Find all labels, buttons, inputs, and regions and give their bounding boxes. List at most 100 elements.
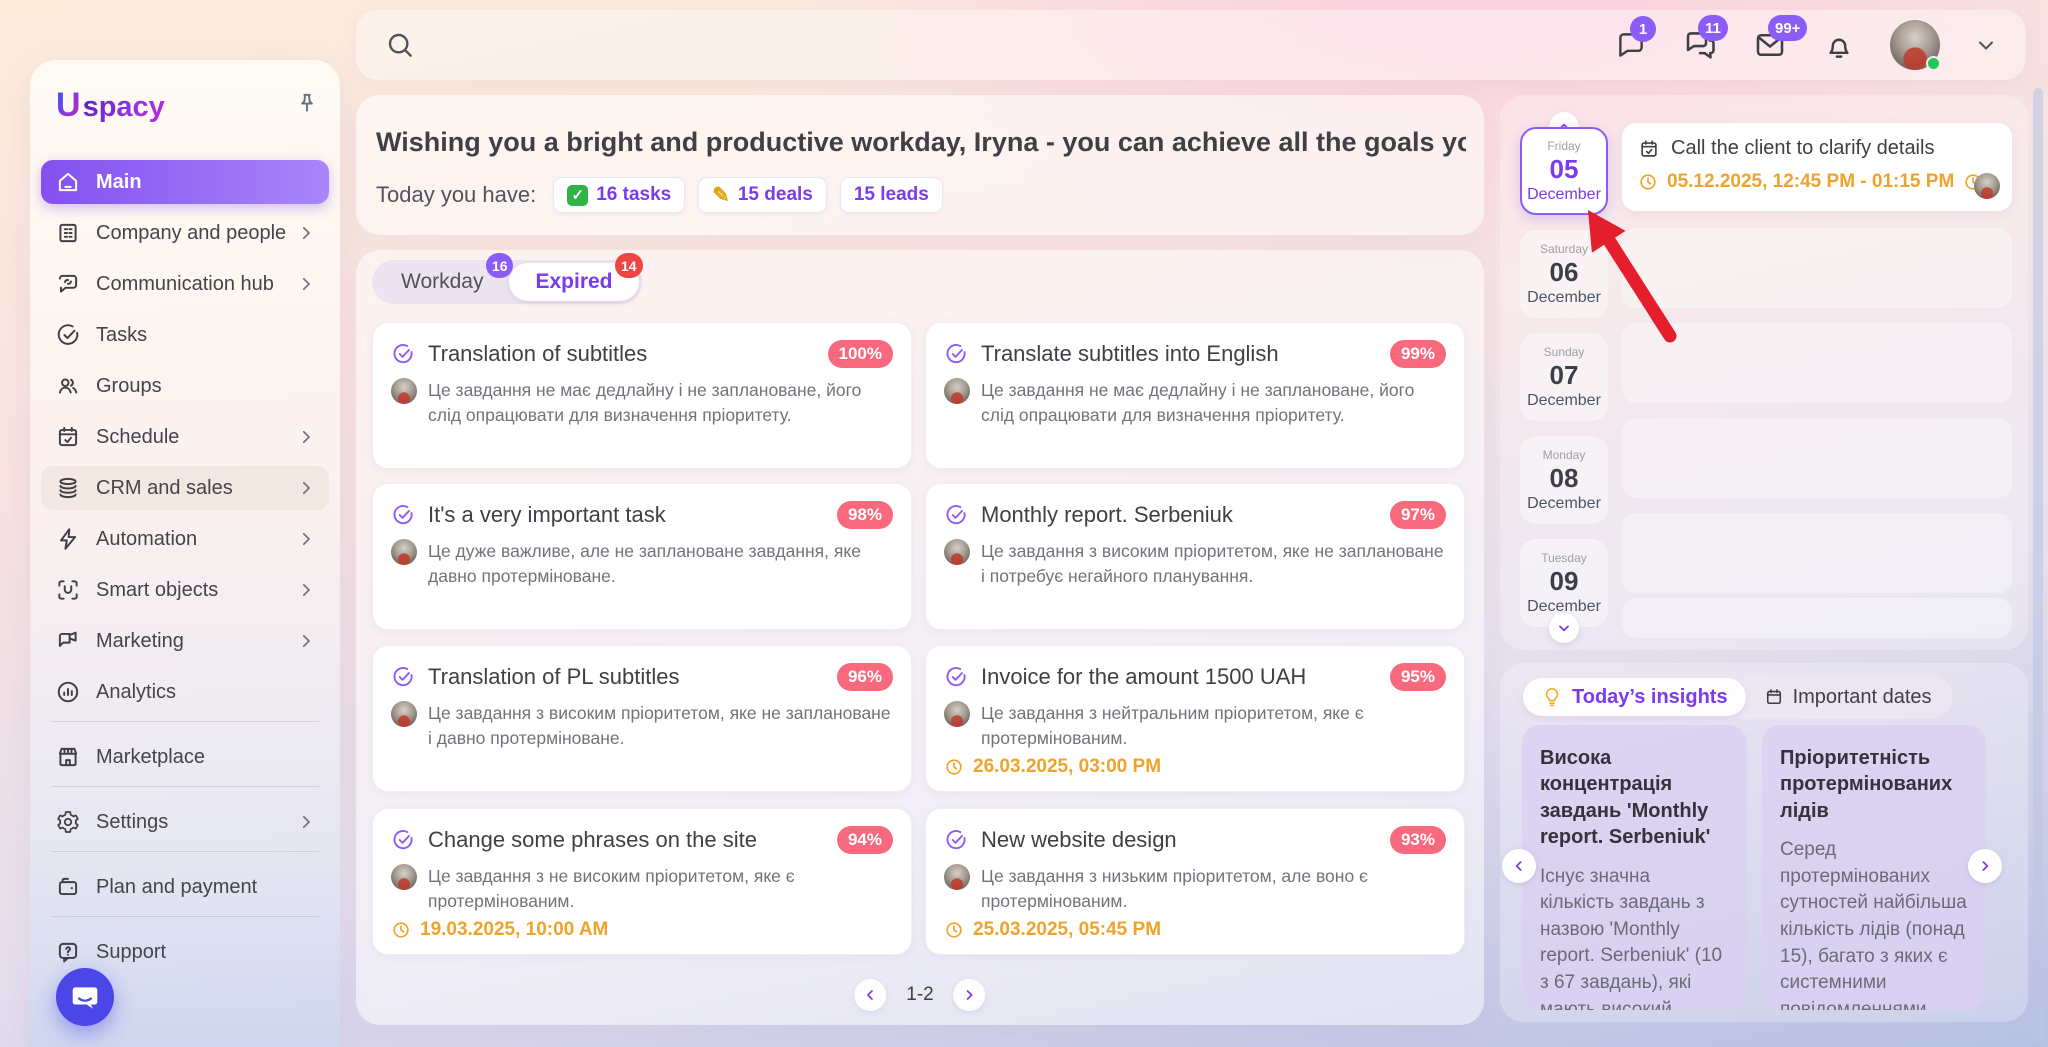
mail-badge: 99+ — [1768, 15, 1808, 41]
assignee-avatar — [391, 864, 417, 890]
task-card[interactable]: It's a very important task 98% Це дуже в… — [372, 483, 912, 630]
priority-badge: 93% — [1389, 826, 1446, 854]
app-root: Uspacy Main Company and people Communica… — [0, 0, 2048, 1047]
sidebar-item-automation[interactable]: Automation — [41, 517, 329, 561]
check-circle-icon — [55, 322, 81, 348]
home-icon — [55, 169, 81, 195]
page-range-label: 1-2 — [906, 984, 934, 1005]
pin-sidebar-icon[interactable] — [294, 90, 320, 116]
priority-badge: 97% — [1389, 501, 1446, 529]
task-check-icon — [391, 342, 415, 366]
chip-label: 15 leads — [853, 184, 929, 205]
task-card[interactable]: New website design 93% Це завдання з низ… — [925, 808, 1465, 955]
sidebar-item-crm-and-sales[interactable]: CRM and sales — [41, 466, 329, 510]
sidebar-item-label: Analytics — [96, 680, 177, 703]
sidebar-item-communication-hub[interactable]: Communication hub — [41, 262, 329, 306]
day-tile-sunday-07[interactable]: Sunday 07 December — [1520, 333, 1608, 421]
event-card[interactable]: Call the client to clarify details 05.12… — [1622, 123, 2012, 211]
today-label: Today you have: — [376, 182, 537, 207]
chevron-right-icon — [297, 530, 315, 548]
mail-icon[interactable]: 99+ — [1752, 15, 1808, 63]
insight-title: Пріоритетність протермінованих лідів — [1780, 747, 1953, 822]
tab-expired[interactable]: Expired 14 — [509, 253, 643, 301]
sidebar-item-smart-objects[interactable]: Smart objects — [41, 568, 329, 612]
insights-tabs: Today’s insights Important dates — [1520, 675, 1953, 719]
leads-count-chip[interactable]: 15 leads — [839, 177, 943, 213]
event-time: 05.12.2025, 12:45 PM - 01:15 PM — [1638, 171, 1996, 193]
priority-badge: 99% — [1389, 340, 1446, 368]
bell-icon[interactable] — [1822, 28, 1856, 62]
sidebar-item-tasks[interactable]: Tasks — [41, 313, 329, 357]
sidebar-item-label: Groups — [96, 374, 162, 397]
event-title: Call the client to clarify details — [1671, 137, 1935, 159]
sidebar: Uspacy Main Company and people Communica… — [30, 60, 340, 1047]
sidebar-item-plan-and-payment[interactable]: Plan and payment — [41, 865, 329, 909]
chevron-down-icon[interactable] — [1974, 33, 1998, 57]
task-card[interactable]: Monthly report. Serbeniuk 97% Це завданн… — [925, 483, 1465, 630]
insight-card[interactable]: Пріоритетність протермінованих лідів Сер… — [1762, 725, 1986, 1010]
sidebar-item-schedule[interactable]: Schedule — [41, 415, 329, 459]
prev-page-button[interactable] — [854, 979, 887, 1011]
chevron-right-icon — [297, 479, 315, 497]
sidebar-item-analytics[interactable]: Analytics — [41, 670, 329, 714]
users-icon — [55, 373, 81, 399]
tasks-count-chip[interactable]: ✓ 16 tasks — [553, 177, 686, 213]
sidebar-item-marketing[interactable]: Marketing — [41, 619, 329, 663]
task-card[interactable]: Translation of subtitles 100% Це завданн… — [372, 322, 912, 469]
uspacy-logo[interactable]: Uspacy — [56, 86, 165, 125]
intercom-chat-button[interactable] — [56, 968, 114, 1026]
page-scrollbar[interactable] — [2033, 88, 2043, 1043]
sidebar-divider — [51, 786, 319, 787]
deals-count-chip[interactable]: ✎ 15 deals — [698, 177, 827, 213]
sidebar-item-main[interactable]: Main — [41, 160, 329, 204]
next-page-button[interactable] — [953, 979, 986, 1011]
insights-prev-button[interactable] — [1502, 849, 1536, 883]
group-chats-icon[interactable]: 11 — [1682, 15, 1728, 63]
analytics-icon — [55, 679, 81, 705]
empty-event-slot — [1622, 418, 2012, 498]
sidebar-item-settings[interactable]: Settings — [41, 800, 329, 844]
task-card[interactable]: Change some phrases on the site 94% Це з… — [372, 808, 912, 955]
sidebar-item-marketplace[interactable]: Marketplace — [41, 735, 329, 779]
task-check-icon — [944, 503, 968, 527]
chip-label: 16 tasks — [596, 184, 672, 205]
sidebar-item-label: Plan and payment — [96, 875, 258, 898]
day-tile-saturday-06[interactable]: Saturday 06 December — [1520, 230, 1608, 318]
chat-icon[interactable]: 1 — [1614, 16, 1656, 62]
search-icon[interactable] — [384, 29, 416, 61]
sidebar-item-groups[interactable]: Groups — [41, 364, 329, 408]
sidebar-item-label: Communication hub — [96, 272, 274, 295]
insights-panel: Today’s insights Important dates Висока … — [1500, 663, 2028, 1022]
due-date: 19.03.2025, 10:00 AM — [391, 919, 608, 941]
day-tile-friday-05[interactable]: Friday 05 December — [1520, 127, 1608, 215]
task-title: It's a very important task — [428, 502, 666, 527]
tab-label: Workday — [401, 270, 484, 293]
greeting-title: Wishing you a bright and productive work… — [376, 127, 1466, 157]
task-description: Це завдання не має дедлайну і не заплано… — [428, 380, 862, 425]
task-title: Translate subtitles into English — [981, 341, 1279, 366]
logo-text: spacy — [82, 91, 165, 123]
tab-workday[interactable]: Workday 16 — [375, 253, 514, 301]
green-check-icon: ✓ — [567, 184, 589, 206]
topbar: 1 11 99+ — [356, 10, 2026, 80]
user-avatar[interactable] — [1890, 20, 1941, 71]
task-card[interactable]: Invoice for the amount 1500 UAH 95% Це з… — [925, 645, 1465, 792]
tab-label: Expired — [535, 270, 613, 293]
priority-badge: 95% — [1389, 663, 1446, 691]
building-icon — [55, 220, 81, 246]
insights-next-button[interactable] — [1968, 849, 2002, 883]
group-chats-badge: 11 — [1698, 15, 1728, 41]
assignee-avatar — [944, 701, 970, 727]
calendar-scroll-down-button[interactable] — [1549, 613, 1579, 643]
store-icon — [55, 744, 81, 770]
chevron-right-icon — [297, 224, 315, 242]
day-tile-monday-08[interactable]: Monday 08 December — [1520, 436, 1608, 524]
tab-todays-insights[interactable]: Today’s insights — [1523, 678, 1746, 716]
sidebar-item-company-and-people[interactable]: Company and people — [41, 211, 329, 255]
gear-icon — [55, 809, 81, 835]
assignee-avatar — [391, 701, 417, 727]
insight-card[interactable]: Висока концентрація завдань 'Monthly rep… — [1522, 725, 1747, 1010]
task-card[interactable]: Translate subtitles into English 99% Це … — [925, 322, 1465, 469]
tab-important-dates[interactable]: Important dates — [1746, 678, 1950, 716]
task-card[interactable]: Translation of PL subtitles 96% Це завда… — [372, 645, 912, 792]
